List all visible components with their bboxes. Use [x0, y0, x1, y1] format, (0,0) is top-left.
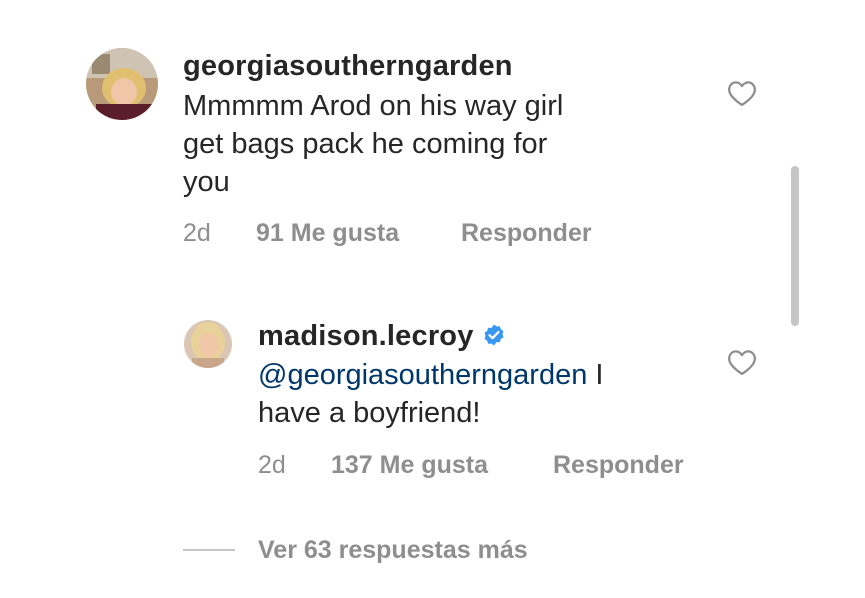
reply-reply-button[interactable]: Responder: [553, 451, 684, 480]
comment-text-line: Mmmmm Arod on his way girl: [183, 90, 564, 122]
mention-link[interactable]: @georgiasoutherngarden: [258, 359, 587, 391]
view-more-replies-button[interactable]: Ver 63 respuestas más: [258, 536, 528, 565]
comment-timestamp: 2d: [183, 219, 211, 247]
view-more-divider: [183, 549, 235, 551]
comment-text-line: you: [183, 166, 230, 198]
reply-username-row: madison.lecroy: [258, 320, 506, 353]
like-heart-icon[interactable]: [727, 79, 757, 107]
comment-text: Mmmmm Arod on his way girl get bags pack…: [183, 87, 563, 201]
reply-text: @georgiasoutherngarden I have a boyfrien…: [258, 356, 603, 432]
avatar-georgiasoutherngarden[interactable]: [86, 48, 158, 120]
reply-text-line: have a boyfriend!: [258, 397, 481, 429]
reply-like-heart-icon[interactable]: [727, 348, 757, 376]
verified-badge-icon: [482, 322, 506, 346]
comments-panel: georgiasoutherngarden Mmmmm Arod on his …: [0, 0, 865, 598]
avatar-madison-lecroy[interactable]: [184, 320, 232, 368]
comment-username[interactable]: georgiasoutherngarden: [183, 50, 513, 83]
scrollbar-thumb[interactable]: [791, 166, 799, 326]
reply-username[interactable]: madison.lecroy: [258, 320, 474, 352]
reply-likes-count[interactable]: 137 Me gusta: [331, 451, 488, 480]
reply-text-part: I: [587, 359, 604, 391]
reply-button[interactable]: Responder: [461, 219, 592, 248]
comment-likes-count[interactable]: 91 Me gusta: [256, 219, 399, 248]
reply-timestamp: 2d: [258, 451, 286, 479]
comment-text-line: get bags pack he coming for: [183, 128, 548, 160]
